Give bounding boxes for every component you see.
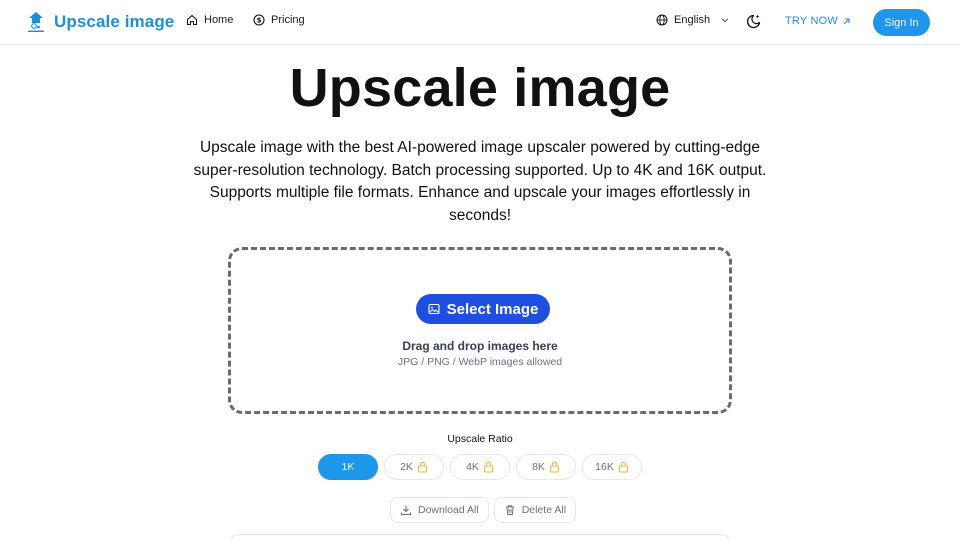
logo-text: Upscale image (54, 12, 175, 31)
svg-text:$: $ (257, 17, 262, 25)
allowed-formats-text: JPG / PNG / WebP images allowed (397, 356, 563, 368)
arrow-up-right-icon (843, 17, 850, 24)
chevron-down-icon (721, 18, 729, 23)
ratio-option-2k[interactable]: 2K (384, 454, 444, 480)
download-all-button[interactable]: Download All (390, 497, 489, 523)
nav-home-label: Home (204, 14, 234, 26)
ratio-option-label: 16K (595, 461, 614, 473)
nav-home[interactable]: Home (186, 14, 233, 26)
upscale-ratio-label: Upscale Ratio (447, 433, 513, 445)
nav-pricing[interactable]: $ Pricing (253, 14, 305, 26)
lock-icon (618, 461, 628, 473)
ratio-option-16k[interactable]: 16K (582, 454, 642, 480)
delete-all-button[interactable]: Delete All (493, 497, 577, 523)
upscale-logo-icon (28, 12, 44, 32)
upscale-ratio-options: 1K 2K 4K 8K 16K (318, 454, 642, 480)
ratio-option-4k[interactable]: 4K (450, 454, 510, 480)
top-navbar: Upscale image Home $ Pricing English TRY… (0, 0, 960, 45)
delete-all-label: Delete All (521, 504, 567, 516)
logo-link[interactable]: Upscale image (26, 11, 174, 33)
image-results-panel (230, 534, 730, 540)
lock-icon (417, 461, 427, 473)
page-title: Upscale image (289, 58, 671, 118)
lock-icon (483, 461, 493, 473)
globe-icon (656, 14, 668, 26)
drag-drop-text: Drag and drop images here (402, 339, 558, 353)
download-all-label: Download All (418, 504, 479, 516)
ratio-option-1k[interactable]: 1K (318, 454, 378, 480)
image-icon (428, 303, 440, 315)
ratio-option-label: 8K (532, 461, 545, 473)
ratio-option-label: 4K (466, 461, 479, 473)
sign-in-button[interactable]: Sign In (873, 9, 930, 36)
language-label: English (674, 14, 711, 26)
page-description: Upscale image with the best AI-powered i… (193, 139, 767, 224)
select-image-label: Select Image (446, 300, 539, 318)
dollar-circle-icon: $ (253, 14, 265, 26)
try-now-link[interactable]: TRY NOW (785, 15, 851, 27)
lock-icon (549, 461, 559, 473)
moon-sparkle-icon[interactable] (746, 13, 762, 29)
try-now-label: TRY NOW (785, 15, 838, 27)
language-selector[interactable]: English (656, 14, 730, 26)
select-image-button[interactable]: Select Image (416, 294, 550, 324)
image-dropzone[interactable]: Select Image Drag and drop images here J… (228, 247, 732, 414)
download-icon (400, 505, 412, 516)
nav-pricing-label: Pricing (271, 14, 305, 26)
ratio-option-8k[interactable]: 8K (516, 454, 576, 480)
ratio-option-label: 1K (341, 461, 355, 473)
bulk-actions: Download All Delete All (390, 497, 577, 523)
trash-icon (505, 505, 514, 515)
home-icon (186, 14, 198, 26)
ratio-option-label: 2K (400, 461, 413, 473)
